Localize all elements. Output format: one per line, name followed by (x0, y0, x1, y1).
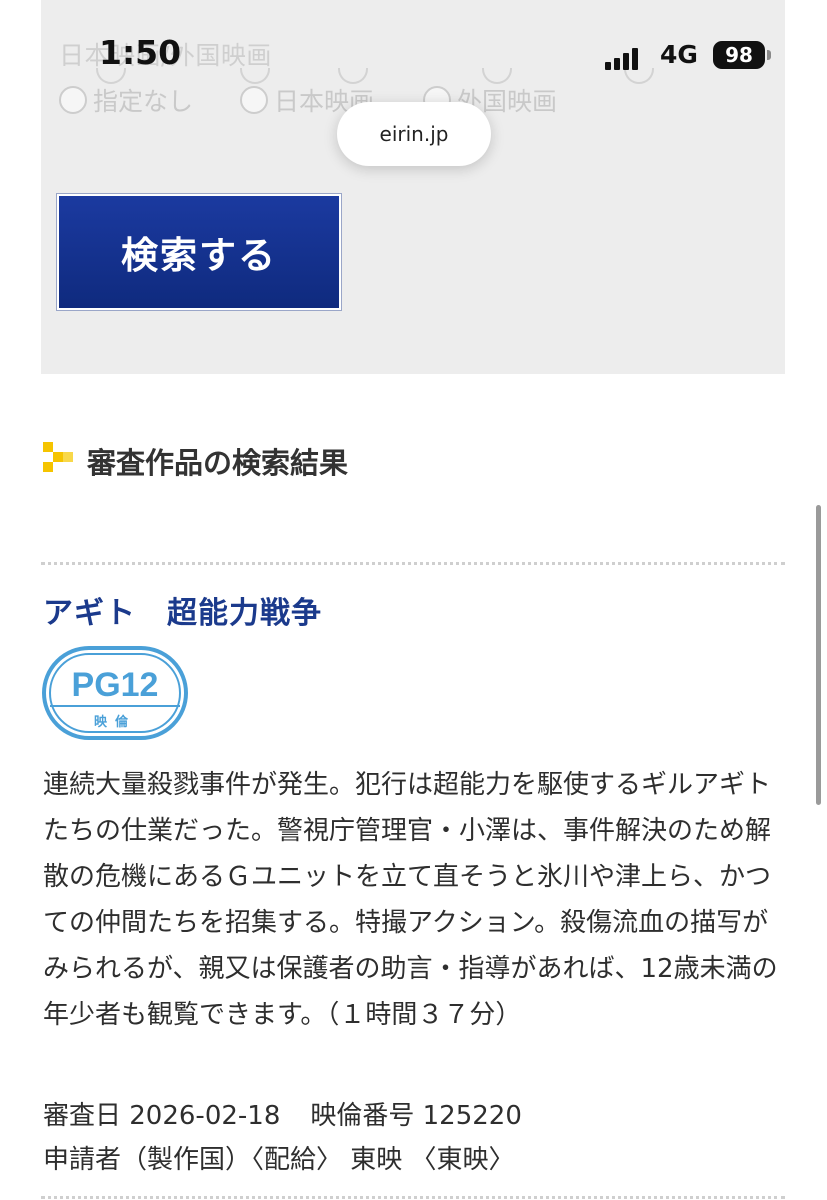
network-type: 4G (660, 40, 698, 69)
url-pill[interactable]: eirin.jp (337, 102, 491, 166)
signal-strength-icon (605, 48, 638, 70)
search-button[interactable]: 検索する (56, 193, 342, 311)
movie-title-link[interactable]: アギト 超能力戦争 (43, 588, 322, 632)
previous-row-radio (624, 68, 654, 84)
battery-cap (767, 50, 771, 60)
review-date: 審査日 2026-02-18 (43, 1101, 281, 1131)
section-marker-icon (43, 442, 73, 478)
battery-icon: 98 (713, 41, 765, 69)
radio-label: 指定なし (93, 87, 194, 116)
rating-text: PG12 (72, 666, 159, 704)
section-title: 審査作品の検索結果 (87, 446, 349, 480)
eirin-number: 映倫番号 125220 (310, 1101, 522, 1131)
radio-unspecified[interactable]: 指定なし (59, 82, 193, 118)
status-time: 1:50 (99, 33, 182, 72)
rating-subtext: 映倫 (94, 714, 136, 730)
divider (41, 562, 785, 565)
applicant-info: 申請者（製作国）〈配給〉 東映 〈東映〉 (43, 1145, 515, 1175)
review-info: 審査日 2026-02-18 映倫番号 125220 (43, 1095, 552, 1132)
radio-circle-icon[interactable] (240, 86, 268, 114)
pg12-rating-icon: PG12 映倫 (42, 646, 188, 740)
scrollbar[interactable] (816, 505, 821, 805)
radio-circle-icon[interactable] (59, 86, 87, 114)
divider (41, 1196, 785, 1199)
movie-description: 連続大量殺戮事件が発生。犯行は超能力を駆使するギルアギトたちの仕業だった。警視庁… (43, 770, 778, 1030)
